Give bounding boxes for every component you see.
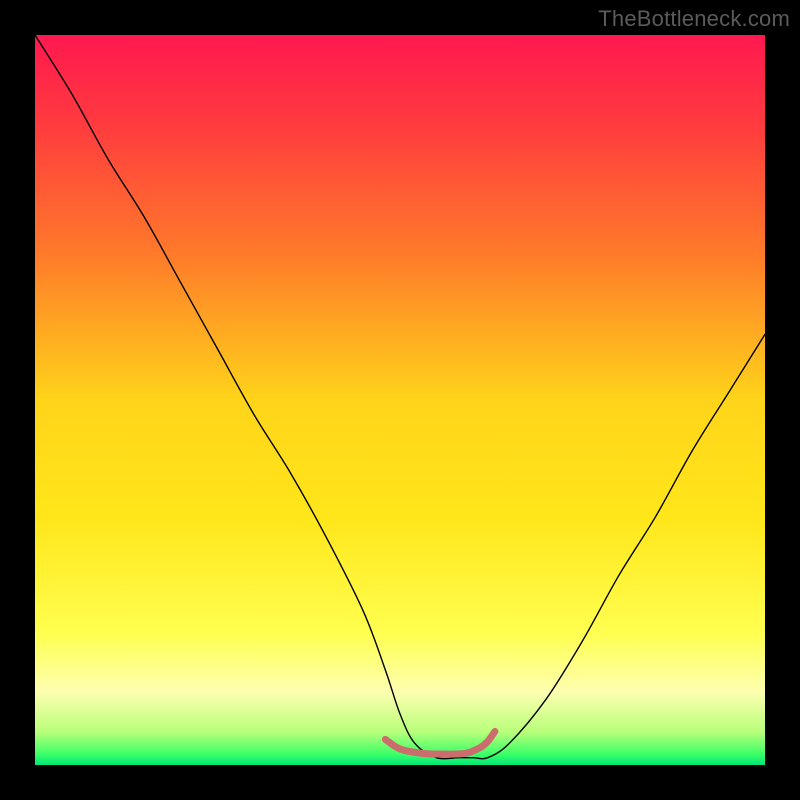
plot-area [35, 35, 765, 765]
watermark-text: TheBottleneck.com [598, 6, 790, 32]
gradient-background [35, 35, 765, 765]
chart-frame: TheBottleneck.com [0, 0, 800, 800]
chart-svg [35, 35, 765, 765]
